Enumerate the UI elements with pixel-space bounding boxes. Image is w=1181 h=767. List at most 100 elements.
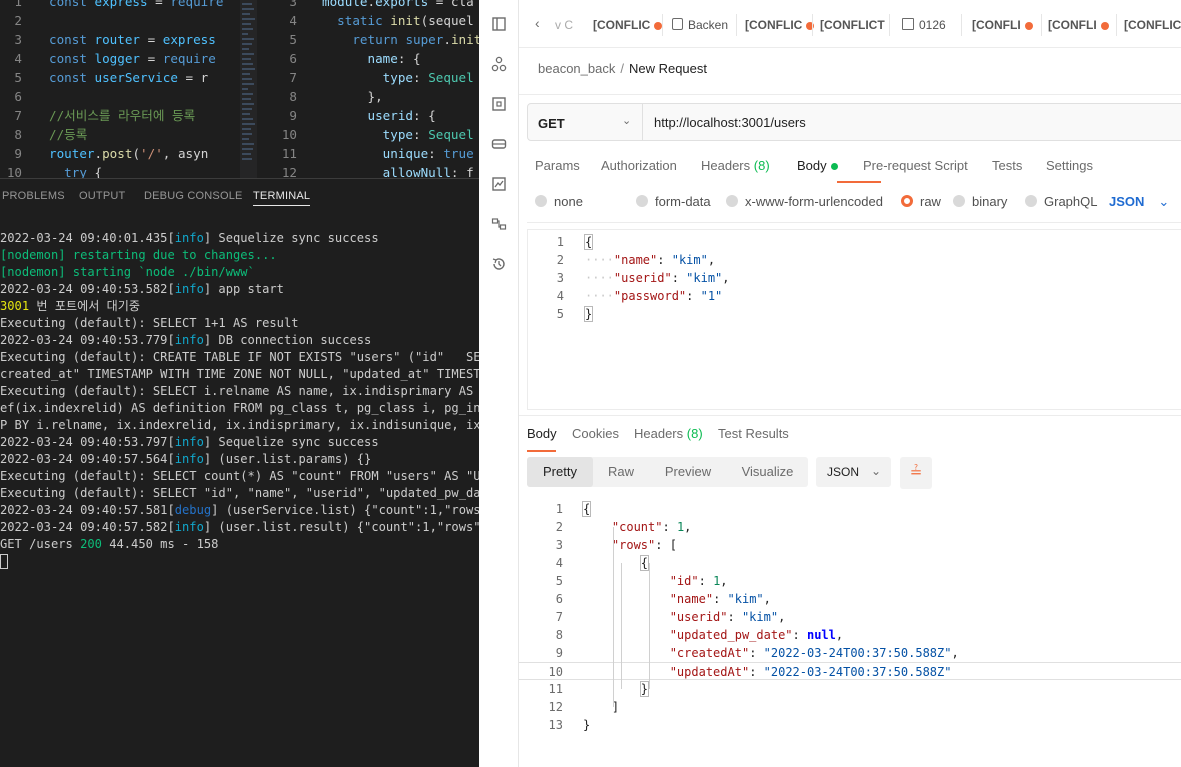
code-line: 8 }, xyxy=(257,87,382,106)
radio-label: none xyxy=(554,194,583,209)
tab-test-results[interactable]: Test Results xyxy=(718,426,789,441)
terminal-text: Executing (default): CREATE TABLE IF NOT… xyxy=(0,350,479,364)
json-punct xyxy=(583,538,612,552)
json-token: "id" xyxy=(669,574,699,588)
request-tab[interactable]: 0126 xyxy=(902,18,946,32)
radio-form-data[interactable]: form-data xyxy=(636,194,711,209)
line-number: 10 xyxy=(281,127,297,142)
radio-raw[interactable]: raw xyxy=(901,194,941,209)
json-value: "kim" xyxy=(671,253,708,267)
view-pretty[interactable]: Pretty xyxy=(527,457,593,487)
environments-icon[interactable] xyxy=(491,96,507,112)
json-punct xyxy=(583,610,670,624)
json-punct: : xyxy=(727,610,742,624)
tab-authorization[interactable]: Authorization xyxy=(601,158,677,173)
colon: : xyxy=(671,271,687,285)
code-text: unique: true xyxy=(382,146,474,161)
radio-none[interactable]: none xyxy=(535,194,583,209)
radio-binary[interactable]: binary xyxy=(953,194,1007,209)
line-number: 13 xyxy=(548,718,563,732)
breadcrumb-request-name[interactable]: New Request xyxy=(629,61,707,76)
tab-headers[interactable]: Headers (8) xyxy=(701,158,770,173)
code-text: try { xyxy=(64,165,103,178)
apis-icon[interactable] xyxy=(491,56,507,72)
request-tab[interactable]: v C xyxy=(555,18,573,32)
terminal-text: 2022-03-24 09:40:01.435[ xyxy=(0,231,175,245)
json-line: 1{ xyxy=(528,233,594,251)
request-tab[interactable]: Backen xyxy=(672,18,728,32)
json-punct xyxy=(583,665,670,679)
headers-count: (8) xyxy=(753,158,770,173)
response-body-viewer[interactable]: 1{2 "count": 1, 3 "rows": [4 {5 "id": 1, 6… xyxy=(519,500,1181,767)
json-punct: : xyxy=(792,628,807,642)
request-tab[interactable]: [CONFLIC xyxy=(745,18,815,32)
code-editor-model[interactable]: 3 module.exports = cla 4 static init(seque… xyxy=(257,0,479,178)
tab-params[interactable]: Params xyxy=(535,158,580,173)
terminal-line: GET /users 200 44.450 ms - 158 xyxy=(0,536,479,553)
monitors-icon[interactable] xyxy=(491,176,507,192)
chevron-left-icon[interactable]: ‹ xyxy=(535,15,540,31)
tab-prerequest-script[interactable]: Pre-request Script xyxy=(863,158,968,173)
view-raw[interactable]: Raw xyxy=(593,457,649,487)
json-punct: : xyxy=(662,520,677,534)
tab-problems[interactable]: PROBLEMS xyxy=(2,190,65,202)
editor-minimap[interactable] xyxy=(240,0,257,178)
mock-servers-icon[interactable] xyxy=(491,136,507,152)
terminal-highlight: info xyxy=(174,435,204,449)
breadcrumb-collection[interactable]: beacon_back xyxy=(538,61,615,76)
view-visualize[interactable]: Visualize xyxy=(727,457,808,487)
divider xyxy=(519,94,1181,95)
divider xyxy=(527,222,1181,223)
line-number: 5 xyxy=(14,70,22,85)
tab-response-headers[interactable]: Headers (8) xyxy=(634,426,703,441)
radio-button xyxy=(535,195,547,207)
tab-response-body[interactable]: Body xyxy=(527,426,557,441)
request-tab[interactable]: [CONFLI xyxy=(1048,18,1109,32)
tab-response-cookies[interactable]: Cookies xyxy=(572,426,619,441)
line-number: 8 xyxy=(555,628,563,642)
terminal-prompt[interactable] xyxy=(0,553,479,570)
json-token: "kim" xyxy=(727,592,764,606)
line-number: 3 xyxy=(289,0,297,9)
request-tab[interactable]: [CONFLI xyxy=(972,18,1033,32)
terminal-line: 2022-03-24 09:40:57.582[info] (user.list… xyxy=(0,519,479,536)
request-tab[interactable]: [CONFLICT xyxy=(820,18,885,32)
radio-urlencoded[interactable]: x-www-form-urlencoded xyxy=(726,194,883,209)
tab-output[interactable]: OUTPUT xyxy=(79,190,125,202)
request-tab[interactable]: [CONFLIC xyxy=(1124,18,1181,32)
request-body-editor[interactable]: 1{2 ····"name": "kim", 3 ····"userid": "kim… xyxy=(527,229,1181,410)
radio-graphql[interactable]: GraphQL xyxy=(1025,194,1097,209)
response-format-select[interactable]: JSON ⌄ xyxy=(816,457,891,487)
unsaved-dot xyxy=(1024,21,1033,30)
postman-sidebar xyxy=(479,0,519,767)
history-icon[interactable] xyxy=(491,256,507,272)
terminal-text: Executing (default): SELECT i.relname AS… xyxy=(0,384,479,398)
code-text: allowNull: f xyxy=(382,165,474,178)
tab-body[interactable]: Body xyxy=(797,158,838,173)
view-preview[interactable]: Preview xyxy=(649,457,727,487)
tab-settings[interactable]: Settings xyxy=(1046,158,1093,173)
terminal-line: Executing (default): SELECT count(*) AS … xyxy=(0,468,479,485)
flows-icon[interactable] xyxy=(491,216,507,232)
wrap-lines-icon[interactable]: ≟ xyxy=(900,457,932,489)
tab-tests[interactable]: Tests xyxy=(992,158,1022,173)
json-punct xyxy=(583,574,670,588)
indent-guide xyxy=(621,563,622,689)
terminal[interactable]: 2022-03-24 09:40:01.435[info] Sequelize … xyxy=(0,212,479,767)
body-format-select[interactable]: JSON ⌄ xyxy=(1109,194,1169,210)
code-line: 4 const logger = require xyxy=(0,49,215,68)
json-token: "userid" xyxy=(669,610,728,624)
line-number: 3 xyxy=(556,271,564,285)
tab-terminal[interactable]: TERMINAL xyxy=(253,190,311,206)
method-select[interactable]: GET ⌄ xyxy=(528,104,643,140)
code-line: 9 userid: { xyxy=(257,106,435,125)
tab-debug-console[interactable]: DEBUG CONSOLE xyxy=(144,190,243,202)
code-editor-router[interactable]: 1 const express = require 2 3 const router =… xyxy=(0,0,240,178)
terminal-line: Executing (default): SELECT 1+1 AS resul… xyxy=(0,315,479,332)
request-tab[interactable]: [CONFLIC xyxy=(593,18,663,32)
url-input[interactable]: http://localhost:3001/users xyxy=(654,115,806,130)
json-punct xyxy=(583,646,670,660)
json-line: 6 "name": "kim", xyxy=(519,590,1181,608)
terminal-text: 번 포트에서 대기중 xyxy=(29,299,140,313)
collections-icon[interactable] xyxy=(491,16,507,32)
